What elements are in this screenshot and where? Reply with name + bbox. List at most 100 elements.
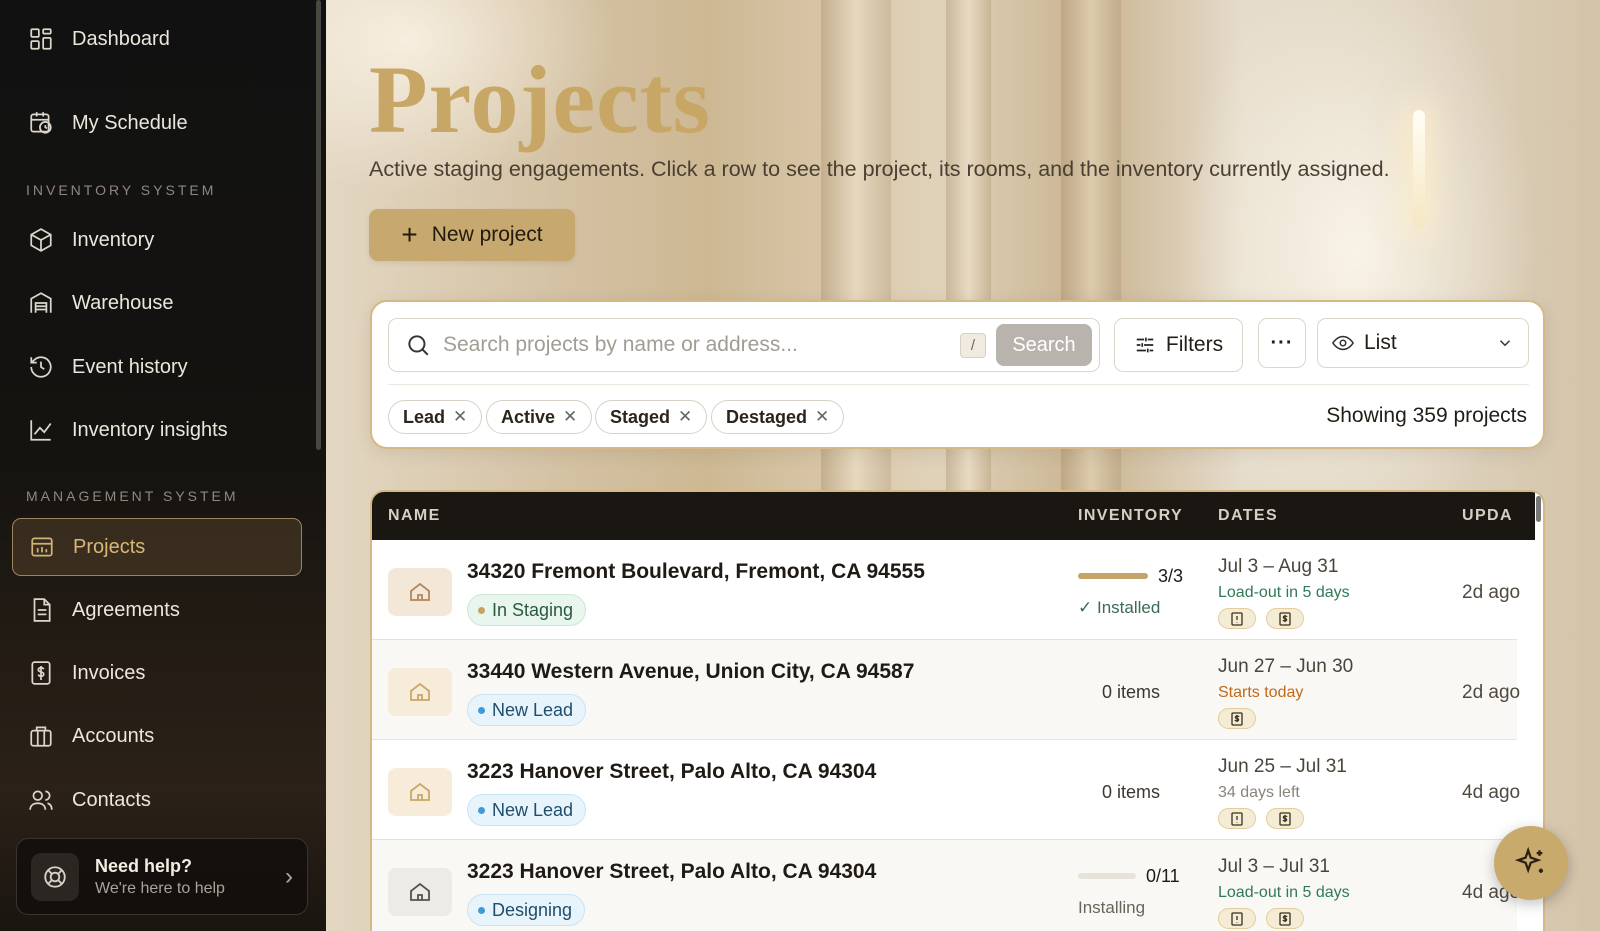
filter-chip-lead[interactable]: Lead ✕ — [388, 400, 483, 434]
invoice-doc-icon[interactable] — [1266, 908, 1304, 929]
close-icon[interactable]: ✕ — [678, 407, 692, 427]
divider — [388, 384, 1529, 385]
sidebar-item-label: My Schedule — [72, 111, 188, 134]
inventory-status: Installing — [1078, 898, 1146, 917]
search-button[interactable]: Search — [996, 324, 1092, 366]
table-row[interactable]: 3223 Hanover Street, Palo Alto, CA 94304… — [372, 740, 1521, 840]
sidebar-item-label: Inventory — [72, 228, 155, 251]
date-note: Starts today — [1218, 684, 1304, 701]
status-badge: New Lead — [467, 794, 587, 826]
column-header-dates[interactable]: DATES — [1218, 507, 1278, 525]
house-icon — [388, 868, 452, 916]
project-address[interactable]: 34320 Fremont Boulevard, Fremont, CA 945… — [467, 560, 925, 584]
invoice-doc-icon[interactable] — [1218, 708, 1256, 729]
close-icon[interactable]: ✕ — [563, 407, 577, 427]
status-label: New Lead — [492, 699, 574, 720]
more-options-button[interactable]: ··· — [1258, 318, 1306, 368]
sidebar-item-event-history[interactable]: Event history — [12, 338, 302, 396]
users-icon — [29, 790, 53, 810]
project-address[interactable]: 3223 Hanover Street, Palo Alto, CA 94304 — [467, 860, 876, 884]
search-input[interactable] — [443, 333, 943, 357]
project-address[interactable]: 33440 Western Avenue, Union City, CA 945… — [467, 660, 914, 684]
inventory-items: 0 items — [1102, 682, 1161, 702]
status-label: Designing — [492, 899, 573, 920]
lifebuoy-icon — [31, 852, 79, 901]
status-dot — [478, 706, 485, 714]
projects-icon — [31, 537, 53, 557]
sidebar-item-agreements[interactable]: Agreements — [12, 581, 302, 639]
invoice-doc-icon[interactable] — [1266, 608, 1304, 629]
sidebar-item-label: Accounts — [72, 724, 155, 747]
sidebar-item-my-schedule[interactable]: My Schedule — [12, 94, 302, 152]
table-row[interactable]: 34320 Fremont Boulevard, Fremont, CA 945… — [372, 540, 1521, 640]
date-range: Jul 3 – Jul 31 — [1218, 856, 1330, 877]
inventory-count: 0/11 — [1146, 866, 1180, 886]
invoice-icon — [31, 661, 51, 685]
close-icon[interactable]: ✕ — [453, 407, 467, 427]
sidebar-item-contacts[interactable]: Contacts — [12, 771, 302, 829]
view-select[interactable]: List — [1317, 318, 1529, 368]
status-dot — [478, 906, 485, 914]
column-header-inventory[interactable]: INVENTORY — [1078, 507, 1183, 525]
updated-time: 2d ago — [1462, 582, 1521, 603]
date-note: Load-out in 5 days — [1218, 884, 1350, 901]
updated-time: 4d ago — [1462, 782, 1521, 803]
sidebar-item-label: Warehouse — [72, 291, 174, 314]
column-header-name[interactable]: NAME — [388, 507, 441, 525]
column-header-updated[interactable]: UPDA — [1462, 507, 1513, 525]
document-badges — [1218, 708, 1256, 729]
filter-chip-staged[interactable]: Staged ✕ — [595, 400, 708, 434]
document-badges — [1218, 908, 1304, 929]
search-icon — [408, 335, 429, 356]
filter-chip-destaged[interactable]: Destaged ✕ — [711, 400, 845, 434]
agreement-doc-icon[interactable] — [1218, 808, 1256, 829]
view-select-value: List — [1364, 331, 1397, 354]
box-icon — [30, 228, 52, 252]
sidebar-scrollbar[interactable] — [316, 0, 321, 450]
sidebar-item-warehouse[interactable]: Warehouse — [12, 274, 302, 332]
agreement-doc-icon[interactable] — [1218, 608, 1256, 629]
status-badge: New Lead — [467, 694, 587, 726]
eye-icon — [1332, 335, 1354, 351]
sidebar-item-inventory-insights[interactable]: Inventory insights — [12, 401, 302, 459]
status-label: In Staging — [492, 599, 574, 620]
filters-label: Filters — [1165, 333, 1224, 356]
sidebar-item-projects[interactable]: Projects — [12, 518, 302, 576]
grid-icon — [30, 28, 52, 50]
filter-chip-active[interactable]: Active ✕ — [486, 400, 593, 434]
document-badges — [1218, 608, 1304, 629]
sidebar-item-dashboard[interactable]: Dashboard — [12, 10, 302, 68]
help-subtitle: We're here to help — [95, 879, 225, 897]
date-note: 34 days left — [1218, 784, 1300, 801]
table-row[interactable]: 3223 Hanover Street, Palo Alto, CA 94304… — [372, 840, 1520, 931]
sidebar-item-accounts[interactable]: Accounts — [12, 707, 302, 765]
warehouse-icon — [30, 292, 52, 313]
sidebar-item-invoices[interactable]: Invoices — [12, 644, 302, 702]
filters-button[interactable]: Filters — [1114, 318, 1243, 372]
help-card[interactable]: Need help? We're here to help › — [16, 838, 308, 915]
ai-assistant-button[interactable] — [1494, 826, 1568, 900]
scrollbar-thumb[interactable] — [1536, 496, 1541, 522]
close-icon[interactable]: ✕ — [815, 407, 829, 427]
shortcut-key: / — [960, 333, 986, 358]
sidebar-item-inventory[interactable]: Inventory — [12, 211, 302, 269]
house-icon — [388, 768, 452, 816]
line-chart-icon — [30, 420, 52, 441]
new-project-button[interactable]: + New project — [369, 209, 575, 261]
history-icon — [30, 356, 52, 378]
projects-table: NAME INVENTORY DATES UPDA 34320 Fremont … — [370, 490, 1545, 931]
background-lamp — [1413, 110, 1425, 228]
table-row[interactable]: 33440 Western Avenue, Union City, CA 945… — [372, 640, 1520, 740]
calendar-clock-icon — [30, 112, 52, 134]
invoice-doc-icon[interactable] — [1266, 808, 1304, 829]
chip-label: Staged — [610, 406, 671, 427]
table-header: NAME INVENTORY DATES UPDA — [372, 492, 1543, 540]
help-title: Need help? — [95, 855, 193, 876]
agreement-doc-icon[interactable] — [1218, 908, 1256, 929]
document-badges — [1218, 808, 1304, 829]
project-address[interactable]: 3223 Hanover Street, Palo Alto, CA 94304 — [467, 760, 876, 784]
status-badge: Designing — [467, 894, 586, 926]
sliders-icon — [1136, 337, 1154, 353]
chip-label: Lead — [403, 406, 446, 427]
document-icon — [33, 598, 51, 622]
